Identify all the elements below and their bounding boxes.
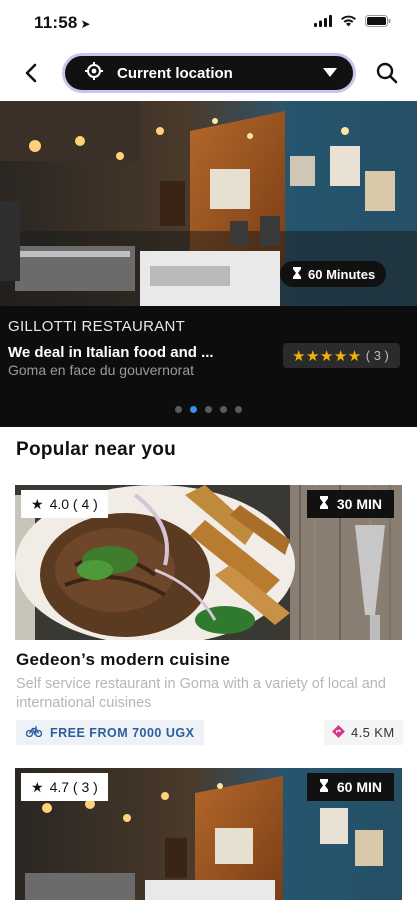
carousel-dot[interactable]	[205, 406, 212, 413]
status-indicators	[314, 14, 391, 32]
back-chevron-icon	[24, 63, 38, 88]
delivery-fee-label: FREE FROM 7000 UGX	[50, 725, 195, 740]
caret-down-icon	[323, 64, 337, 82]
carousel-dot-active[interactable]	[190, 406, 197, 413]
restaurant-card-description: Self service restaurant in Goma with a v…	[16, 676, 386, 711]
distance-badge: 4.5 KM	[324, 720, 403, 745]
battery-icon	[365, 14, 391, 32]
restaurant-card-photo[interactable]: ★ 4.0 ( 4 ) 30 MIN	[15, 485, 402, 640]
directions-icon	[332, 724, 345, 741]
delivery-time-label: 60 Minutes	[308, 266, 376, 282]
top-nav: Current location	[0, 50, 417, 98]
featured-restaurant-name: GILLOTTI RESTAURANT	[8, 318, 186, 335]
delivery-time-badge: 30 MIN	[306, 490, 394, 518]
location-arrow-icon: ➤	[80, 17, 91, 31]
hourglass-icon	[292, 266, 302, 282]
featured-rating: ★★★★★ ( 3 )	[283, 343, 400, 368]
carousel-dot[interactable]	[220, 406, 227, 413]
star-icon: ★	[31, 495, 44, 512]
back-button[interactable]	[16, 60, 46, 90]
status-bar: 11:58 ➤	[0, 0, 417, 46]
restaurant-card-photo[interactable]: ★ 4.7 ( 3 ) 60 MIN	[15, 768, 402, 900]
carousel-indicator	[0, 406, 417, 413]
hourglass-icon	[319, 496, 329, 512]
carousel-dot[interactable]	[175, 406, 182, 413]
rating-badge: ★ 4.7 ( 3 )	[21, 773, 108, 801]
location-selector[interactable]: Current location	[62, 53, 356, 93]
rating-value: 4.7 ( 3 )	[49, 779, 98, 795]
delivery-fee-badge: FREE FROM 7000 UGX	[16, 720, 205, 745]
delivery-time-badge: 60 Minutes	[280, 261, 387, 287]
rating-value: 4.0 ( 4 )	[49, 496, 98, 512]
delivery-time-label: 30 MIN	[336, 496, 382, 512]
featured-carousel[interactable]: 60 Minutes GILLOTTI RESTAURANT We deal i…	[0, 101, 417, 427]
restaurant-card-title[interactable]: Gedeon’s modern cuisine	[16, 650, 230, 670]
status-time: 11:58 ➤	[34, 13, 91, 32]
rating-badge: ★ 4.0 ( 4 )	[21, 490, 108, 518]
delivery-time-badge: 60 MIN	[306, 773, 394, 801]
crosshair-icon	[85, 61, 103, 85]
star-icon: ★	[31, 778, 44, 795]
featured-restaurant-tagline: We deal in Italian food and ...	[8, 344, 214, 361]
hourglass-icon	[319, 779, 329, 795]
delivery-time-label: 60 MIN	[336, 779, 382, 795]
section-title: Popular near you	[16, 439, 177, 460]
distance-label: 4.5 KM	[351, 725, 395, 740]
search-button[interactable]	[372, 60, 402, 90]
star-rating-icons: ★★★★★	[292, 347, 362, 365]
carousel-dot[interactable]	[235, 406, 242, 413]
search-icon	[376, 62, 398, 89]
featured-restaurant-address: Goma en face du gouvernorat	[8, 362, 195, 378]
signal-icon	[314, 14, 332, 32]
location-label: Current location	[117, 64, 233, 82]
rating-count: ( 3 )	[365, 348, 389, 363]
bicycle-icon	[25, 725, 43, 740]
wifi-icon	[340, 14, 357, 32]
